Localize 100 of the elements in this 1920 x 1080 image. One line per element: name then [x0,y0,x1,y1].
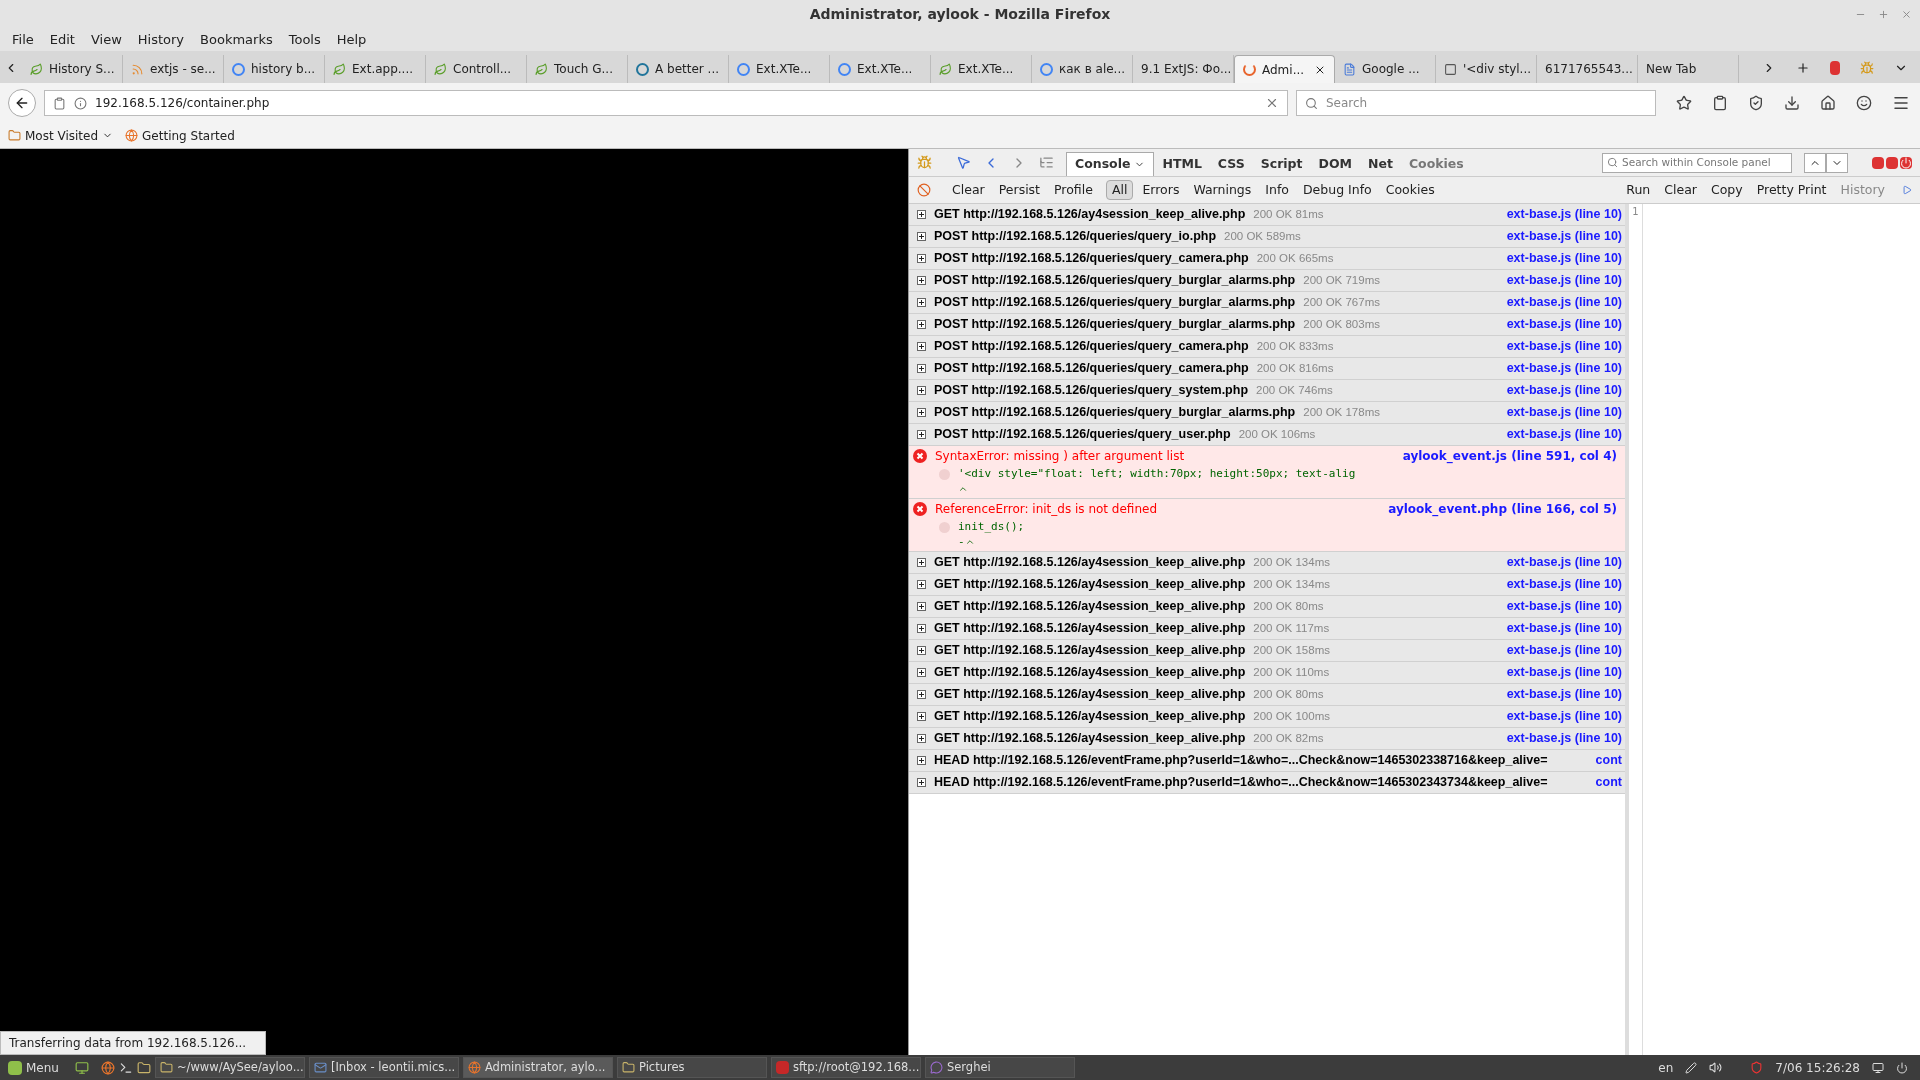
expand-icon[interactable] [917,690,926,699]
menu-item[interactable]: Edit [49,30,75,50]
console-request-row[interactable]: HEAD http://192.168.5.126/eventFrame.php?userId=1&who=...Check&now=1465302343734&keep_alive= cont [909,772,1625,794]
console-request-row[interactable]: HEAD http://192.168.5.126/eventFrame.php?userId=1&who=...Check&now=1465302338716&keep_alive= cont [909,750,1625,772]
source-link[interactable]: ext-base.js (line 10) [1498,403,1625,422]
editor-button[interactable]: Pretty Print [1751,180,1832,200]
source-link[interactable]: ext-base.js (line 10) [1498,337,1625,356]
menu-item[interactable]: Tools [288,30,321,50]
power-icon[interactable] [1900,156,1912,169]
panel-tab[interactable]: DOM [1310,152,1360,176]
source-link[interactable]: ext-base.js (line 10) [1498,381,1625,400]
start-menu-button[interactable]: Menu [4,1058,63,1077]
keyboard-language[interactable]: en [1658,1058,1674,1077]
source-link[interactable]: ext-base.js (line 10) [1498,293,1625,312]
console-request-row[interactable]: POST http://192.168.5.126/queries/query_system.php 200 OK 746ms ext-base.js (line 10) [909,380,1625,402]
toolbar-button[interactable]: Persist [993,180,1046,200]
filter-button[interactable]: Cookies [1380,180,1440,200]
console-request-row[interactable]: GET http://192.168.5.126/ay4session_keep_alive.php 200 OK 134ms ext-base.js (line 10) [909,552,1625,574]
console-request-row[interactable]: POST http://192.168.5.126/queries/query_user.php 200 OK 106ms ext-base.js (line 10) [909,424,1625,446]
menu-item[interactable]: File [12,30,34,50]
menu-icon[interactable] [1892,94,1910,112]
console-request-row[interactable]: POST http://192.168.5.126/queries/query_burglar_alarms.php 200 OK 803ms ext-base.js (line 10) [909,314,1625,336]
shield-icon[interactable] [1750,1061,1764,1074]
source-link[interactable]: ext-base.js (line 10) [1498,641,1625,660]
source-link[interactable]: ext-base.js (line 10) [1498,227,1625,246]
source-link[interactable]: cont [1587,773,1625,792]
inspect-icon[interactable] [956,155,971,170]
source-link[interactable]: ext-base.js (line 10) [1498,729,1625,748]
taskbar-window-button[interactable]: ~/www/AySee/ayloo... [154,1057,305,1078]
panel-tab[interactable]: Script [1252,152,1311,176]
source-link[interactable]: ext-base.js (line 10) [1498,205,1625,224]
folder-launcher-icon[interactable] [136,1060,151,1075]
panel-tab[interactable]: HTML [1154,152,1210,176]
panel-tab[interactable]: Console [1066,152,1155,176]
taskbar-window-button[interactable]: Serghei [924,1057,1075,1078]
taskbar-window-button[interactable]: Pictures [616,1057,767,1078]
filter-button[interactable]: All [1105,179,1134,201]
source-link[interactable]: ext-base.js (line 10) [1498,271,1625,290]
source-link[interactable]: ext-base.js (line 10) [1498,249,1625,268]
source-link[interactable]: ext-base.js (line 10) [1498,359,1625,378]
expand-icon[interactable] [917,408,926,417]
back-button[interactable] [8,89,36,117]
expand-icon[interactable] [917,298,926,307]
console-request-row[interactable]: POST http://192.168.5.126/queries/query_io.php 200 OK 589ms ext-base.js (line 10) [909,226,1625,248]
console-request-row[interactable]: GET http://192.168.5.126/ay4session_keep_alive.php 200 OK 82ms ext-base.js (line 10) [909,728,1625,750]
expand-icon[interactable] [917,320,926,329]
console-request-row[interactable]: GET http://192.168.5.126/ay4session_keep_alive.php 200 OK 80ms ext-base.js (line 10) [909,684,1625,706]
desktop-icon[interactable] [74,1060,89,1075]
filter-button[interactable]: Info [1260,180,1294,200]
filter-button[interactable]: Warnings [1188,180,1257,200]
home-icon[interactable] [1820,95,1836,111]
previous-button[interactable] [1804,152,1826,173]
source-link[interactable]: ext-base.js (line 10) [1498,315,1625,334]
expand-icon[interactable] [917,734,926,743]
console-request-row[interactable]: GET http://192.168.5.126/ay4session_keep_alive.php 200 OK 117ms ext-base.js (line 10) [909,618,1625,640]
menu-item[interactable]: Bookmarks [200,30,273,50]
console-search-field[interactable]: Search within Console panel [1602,152,1792,173]
source-link[interactable]: ext-base.js (line 10) [1498,553,1625,572]
expand-icon[interactable] [917,712,926,721]
display-icon[interactable] [1872,1061,1884,1074]
panel-tab[interactable]: Net [1359,152,1401,176]
source-link[interactable]: ext-base.js (line 10) [1498,597,1625,616]
console-request-row[interactable]: POST http://192.168.5.126/queries/query_burglar_alarms.php 200 OK 178ms ext-base.js (line 10) [909,402,1625,424]
console-request-row[interactable]: POST http://192.168.5.126/queries/query_burglar_alarms.php 200 OK 767ms ext-base.js (line 10) [909,292,1625,314]
expand-icon[interactable] [917,386,926,395]
panel-tab[interactable]: CSS [1209,152,1253,176]
toolbar-button[interactable]: Profile [1049,180,1098,200]
taskbar-window-button[interactable]: sftp://root@192.168... [770,1057,921,1078]
source-link[interactable]: aylook_event.js (line 591, col 4) [1402,447,1625,465]
toolbar-button[interactable]: Clear [947,180,990,200]
break-on-errors-icon[interactable] [917,183,931,197]
expand-icon[interactable] [917,624,926,633]
new-tab-icon[interactable] [1796,61,1810,75]
next-button[interactable] [1826,152,1848,173]
console-request-row[interactable]: GET http://192.168.5.126/ay4session_keep_alive.php 200 OK 80ms ext-base.js (line 10) [909,596,1625,618]
command-editor[interactable]: 1 [1629,204,1920,1055]
expand-icon[interactable] [917,646,926,655]
expand-icon[interactable] [917,276,926,285]
smiley-icon[interactable] [1856,95,1872,111]
expand-icon[interactable] [917,602,926,611]
clipboard-icon[interactable] [1712,95,1728,111]
pen-icon[interactable] [1685,1061,1698,1074]
bookmark-item[interactable]: Most Visited [8,126,114,145]
console-request-row[interactable]: GET http://192.168.5.126/ay4session_keep_alive.php 200 OK 100ms ext-base.js (line 10) [909,706,1625,728]
taskbar-window-button[interactable]: Administrator, aylo... [462,1057,613,1078]
filter-button[interactable]: Debug Info [1297,180,1377,200]
console-request-row[interactable]: POST http://192.168.5.126/queries/query_camera.php 200 OK 833ms ext-base.js (line 10) [909,336,1625,358]
expand-icon[interactable] [917,430,926,439]
expand-icon[interactable] [917,580,926,589]
power-icon[interactable] [1896,1061,1908,1074]
expand-icon[interactable] [917,364,926,373]
console-request-row[interactable]: POST http://192.168.5.126/queries/query_camera.php 200 OK 665ms ext-base.js (line 10) [909,248,1625,270]
menu-item[interactable]: View [90,30,122,50]
source-link[interactable]: ext-base.js (line 10) [1498,663,1625,682]
browser-tab[interactable]: Admi... [1234,55,1335,83]
source-link[interactable]: ext-base.js (line 10) [1498,707,1625,726]
bookmark-item[interactable]: Getting Started [125,126,235,145]
editor-button[interactable]: Clear [1659,180,1702,200]
clock[interactable]: 7/06 15:26:28 [1775,1058,1860,1077]
source-link[interactable]: ext-base.js (line 10) [1498,425,1625,444]
